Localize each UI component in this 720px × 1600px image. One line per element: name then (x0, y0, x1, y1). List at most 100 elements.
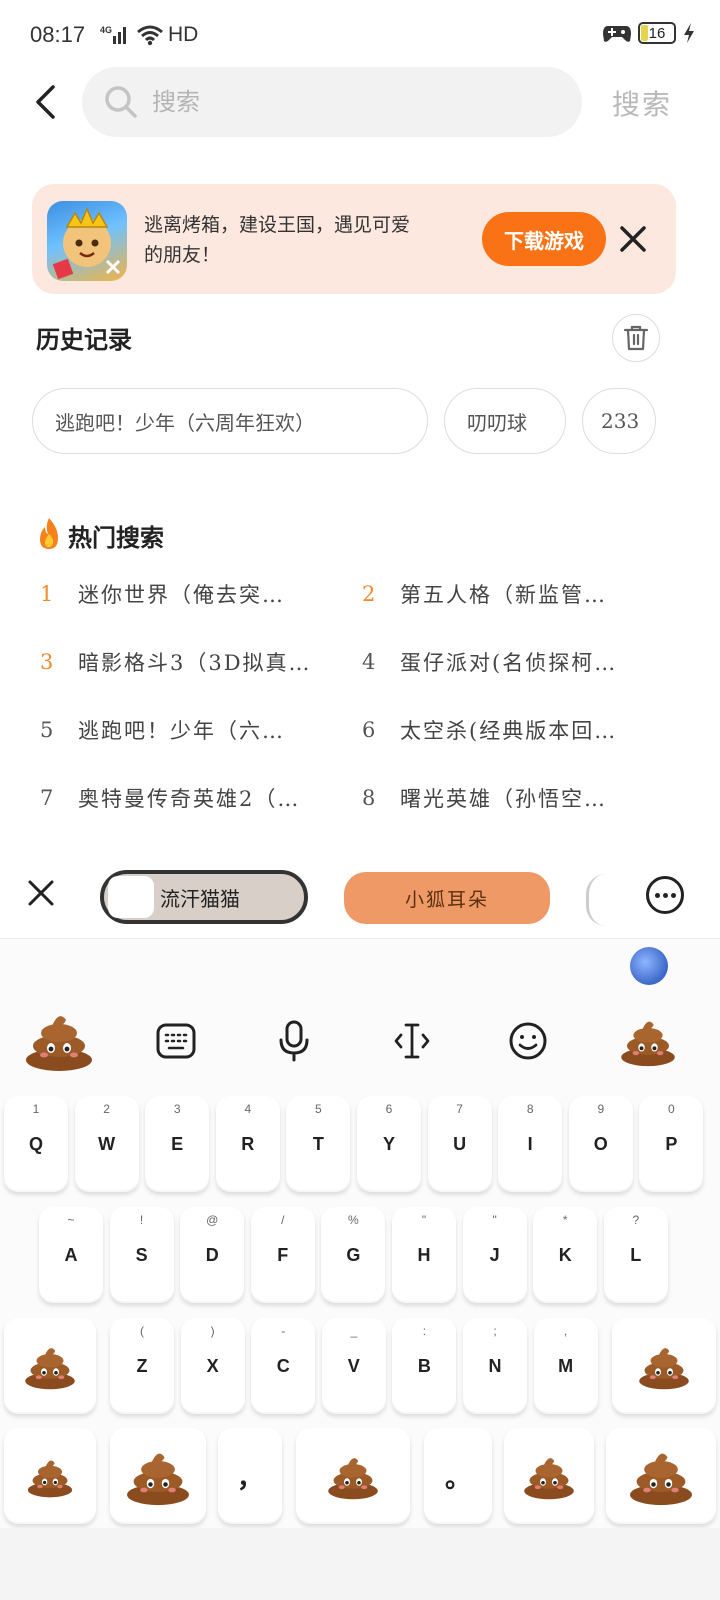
key-b[interactable]: :B (392, 1318, 457, 1414)
key-s[interactable]: ! S (109, 1207, 174, 1303)
search-icon (105, 86, 137, 118)
keyboard-switch-button[interactable] (146, 1011, 206, 1071)
key-u[interactable]: 7U (427, 1096, 492, 1192)
history-chip[interactable]: 逃跑吧！少年（六周年狂欢） (32, 388, 428, 454)
key-label: T (312, 1133, 324, 1154)
close-icon[interactable] (616, 222, 650, 256)
history-chip[interactable]: 叨叨球 (444, 388, 566, 454)
key-h[interactable]: " H (392, 1207, 456, 1303)
more-icon[interactable] (646, 876, 684, 914)
key-l[interactable]: ? L (603, 1207, 668, 1303)
sticker-sweat-cat[interactable]: 流汗猫猫 (100, 870, 308, 924)
delete-emoji-key[interactable] (612, 1318, 716, 1414)
hot-rank: 2 (362, 582, 376, 606)
download-game-button[interactable]: 下载游戏 (482, 212, 606, 266)
signal-icon: 4G (100, 25, 126, 44)
key-f[interactable]: / F (250, 1207, 315, 1303)
period-key[interactable]: 。 (424, 1428, 492, 1524)
wifi-icon (137, 25, 163, 46)
key-t[interactable]: 5T (286, 1096, 351, 1192)
hot-item[interactable]: 2 第五人格（新监管… (362, 560, 650, 628)
status-time: 08:17 (30, 22, 86, 47)
game-app-icon[interactable] (47, 201, 127, 281)
poop-emoji-button[interactable] (616, 1011, 680, 1071)
key-d[interactable]: @ D (180, 1207, 245, 1303)
cat-face-icon (108, 876, 154, 918)
emoji-key[interactable] (110, 1428, 206, 1524)
gamepad-icon (603, 26, 631, 42)
hot-item[interactable]: 7 奥特曼传奇英雄2（… (40, 764, 328, 832)
status-right: 16 (602, 22, 696, 44)
clear-history-button[interactable] (612, 314, 660, 362)
comma-key[interactable]: ， (218, 1428, 282, 1524)
key-v[interactable]: _ V (321, 1318, 386, 1414)
hot-rank: 1 (40, 582, 54, 606)
key-secondary-label: " (492, 1213, 497, 1227)
ad-banner[interactable]: 逃离烤箱，建设王国，遇见可爱的朋友！ 下载游戏 (32, 184, 676, 294)
hot-item[interactable]: 6 太空杀(经典版本回… (362, 696, 650, 764)
key-label: Z (136, 1355, 148, 1376)
history-title: 历史记录 (36, 325, 132, 354)
key-e[interactable]: 3E (145, 1096, 210, 1192)
assistant-avatar-icon[interactable] (630, 947, 668, 985)
key-k[interactable]: * K (533, 1207, 598, 1303)
shift-emoji-key[interactable] (4, 1318, 96, 1414)
ad-text: 逃离烤箱，建设王国，遇见可爱的朋友！ (144, 214, 411, 266)
key-m[interactable]: ,M (533, 1318, 598, 1414)
symbol-emoji-key[interactable] (4, 1428, 96, 1524)
key-x[interactable]: ) X (180, 1318, 245, 1414)
navigation-bar (0, 1528, 720, 1600)
hot-item[interactable]: 3 暗影格斗3（3D拟真… (40, 628, 328, 696)
enter-emoji-key[interactable] (606, 1428, 716, 1524)
status-bar: 08:17 4G HD 16 (0, 0, 720, 72)
smile-icon (509, 1022, 547, 1060)
sticker-partial[interactable] (586, 874, 626, 926)
key-g[interactable]: % G (321, 1207, 386, 1303)
key-secondary-label: - (281, 1324, 286, 1338)
language-emoji-key[interactable] (504, 1428, 594, 1524)
hot-item[interactable]: 5 逃跑吧！少年（六… (40, 696, 328, 764)
hot-rank: 3 (40, 650, 54, 674)
cursor-button[interactable] (382, 1011, 442, 1071)
key-a[interactable]: ~ A (39, 1207, 103, 1303)
close-icon[interactable] (22, 874, 60, 912)
key-secondary-label: : (422, 1324, 427, 1338)
hot-item[interactable]: 4 蛋仔派对(名侦探柯… (362, 628, 650, 696)
key-j[interactable]: " J (462, 1207, 527, 1303)
emoji-button[interactable] (498, 1011, 558, 1071)
poop-emoji-icon (127, 1453, 189, 1506)
key-o[interactable]: 9O (568, 1096, 633, 1192)
key-r[interactable]: 4R (215, 1096, 280, 1192)
hot-item-text: 迷你世界（俺去突… (78, 583, 285, 607)
poop-emoji-icon (27, 1459, 73, 1497)
hot-item[interactable]: 8 曙光英雄（孙悟空… (362, 764, 650, 832)
key-w[interactable]: 2W (74, 1096, 139, 1192)
key-n[interactable]: ; N (463, 1318, 527, 1414)
space-emoji-key[interactable] (296, 1428, 410, 1524)
key-i[interactable]: 8I (498, 1096, 563, 1192)
key-z[interactable]: (Z (110, 1318, 174, 1414)
sticker-label: 小狐耳朵 (404, 888, 489, 911)
hot-item[interactable]: 1 迷你世界（俺去突… (40, 560, 328, 628)
hot-rank: 5 (40, 718, 54, 742)
back-button[interactable] (26, 80, 66, 124)
key-label: B (417, 1355, 431, 1376)
key-c[interactable]: -C (251, 1318, 316, 1414)
key-secondary-label: 1 (32, 1102, 40, 1116)
key-y[interactable]: 6Y (357, 1096, 421, 1192)
key-p[interactable]: 0P (639, 1096, 704, 1192)
key-label: M (558, 1355, 574, 1376)
key-secondary-label: 8 (526, 1102, 534, 1116)
key-q[interactable]: 1Q (4, 1096, 68, 1192)
poop-emoji-button[interactable] (22, 1005, 96, 1075)
hot-rank: 4 (362, 650, 376, 674)
search-button[interactable]: 搜索 (612, 83, 672, 123)
history-chip[interactable]: 233 (582, 388, 656, 454)
search-input[interactable] (152, 88, 532, 116)
hot-search-title: 热门搜索 (68, 523, 164, 552)
search-box[interactable] (82, 67, 582, 137)
voice-input-button[interactable] (264, 1011, 324, 1071)
poop-emoji-icon (621, 1021, 675, 1067)
sticker-scroll[interactable]: 流汗猫猫 小狐耳朵 (86, 848, 626, 938)
sticker-fox-ears[interactable]: 小狐耳朵 (344, 872, 550, 924)
